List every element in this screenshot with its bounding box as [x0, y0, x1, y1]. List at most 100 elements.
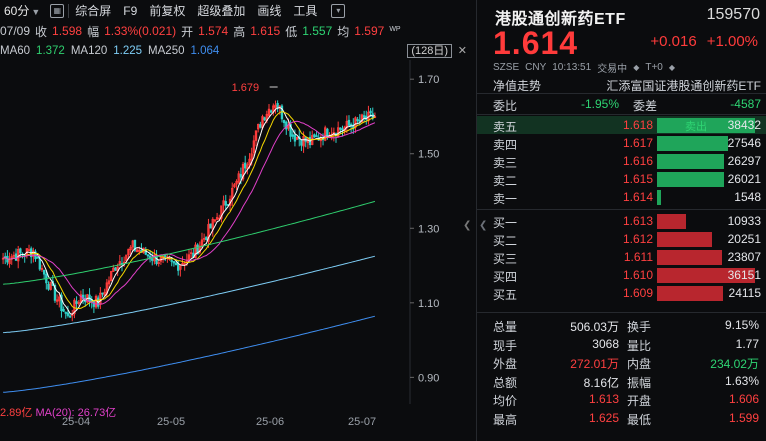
- candle-body: [313, 134, 316, 138]
- close-icon[interactable]: ✕: [458, 44, 467, 57]
- bid-volume-bar: [657, 232, 712, 247]
- ask-row[interactable]: 卖五 1.618 卖出 38432: [477, 116, 766, 134]
- candle-body: [172, 261, 176, 264]
- bid-level-name: 买三: [493, 252, 518, 266]
- low-label: 低: [285, 24, 298, 39]
- menu-toggle-icon[interactable]: ▾: [331, 4, 346, 18]
- stat-row: 总量 506.03万 换手 9.15%: [477, 316, 766, 335]
- bid-row[interactable]: 买五 1.609 24115: [477, 284, 766, 302]
- candle-body: [146, 254, 150, 257]
- bid-volume-bar: [657, 250, 722, 265]
- candle-body: [101, 292, 104, 295]
- candle-body: [151, 258, 154, 261]
- bid-row[interactable]: 买二 1.612 20251: [477, 230, 766, 248]
- ask-volume-bar: [657, 172, 724, 187]
- candle-body: [38, 258, 42, 270]
- range-selector[interactable]: (128日): [407, 44, 452, 58]
- period-selector[interactable]: 60分 ▼: [0, 0, 46, 22]
- sell-tag: 卖出: [685, 121, 707, 133]
- ask-price: 1.616: [622, 154, 653, 168]
- open-value: 1.574: [198, 24, 229, 38]
- toolbar-draw-line[interactable]: 画线: [251, 0, 287, 22]
- ask-level-name: 卖五: [493, 120, 518, 134]
- stat-value: 1.599: [728, 410, 759, 425]
- stat-value: 1.63%: [724, 373, 759, 388]
- volume-legend: 2.89亿 MA(20): 26.73亿: [0, 404, 116, 419]
- y-tick-label: 1.30: [418, 223, 439, 235]
- candle-body: [64, 312, 67, 314]
- ask-row[interactable]: 卖三 1.616 26297: [477, 152, 766, 170]
- nav-trend-link[interactable]: 净值走势: [493, 77, 541, 94]
- toolbar-tools[interactable]: 工具: [287, 0, 323, 22]
- candle-body: [293, 134, 297, 142]
- ask-row[interactable]: 卖二 1.615 26021: [477, 170, 766, 188]
- x-tick: 25-07: [348, 416, 377, 428]
- ask-row[interactable]: 卖四 1.617 27546: [477, 134, 766, 152]
- candlestick-chart[interactable]: 1.70 1.50 1.30 1.10 0.90 1.679: [0, 60, 472, 404]
- security-code: 159570: [706, 6, 760, 23]
- x-axis: 25-04 25-05 25-06 25-07: [0, 416, 472, 430]
- market-meta: SZSE CNY 10:13:51 交易中 ◆ T+0 ◆: [493, 60, 675, 75]
- candle-body: [341, 128, 344, 131]
- ma250-value: 1.064: [190, 45, 220, 57]
- currency: CNY: [525, 62, 547, 73]
- stat-value: 1.625: [588, 410, 619, 425]
- candle-body: [358, 120, 361, 122]
- bar-quote-line: 07/09 收 1.598 幅 1.33%(0.021) 开 1.574 高 1…: [0, 23, 472, 39]
- bid-level-name: 买二: [493, 234, 518, 248]
- bid-row[interactable]: 买四 1.610 36151: [477, 266, 766, 284]
- stat-label: 外盘: [493, 357, 518, 371]
- export-icon[interactable]: WP: [389, 25, 403, 37]
- layout-icon[interactable]: ▦: [50, 4, 65, 18]
- ask-volume: 26297: [727, 154, 761, 168]
- caret-icon: ◆: [668, 63, 676, 72]
- ask-volume: 1548: [734, 190, 761, 204]
- candle-body: [315, 135, 318, 138]
- amp-value: 1.33%(0.021): [104, 24, 177, 38]
- quote-time: 10:13:51: [552, 62, 592, 73]
- change-percent: +1.00%: [706, 33, 758, 50]
- caret-icon: ◆: [633, 63, 640, 72]
- candle-body: [224, 201, 227, 206]
- change-value: +0.016: [650, 33, 697, 50]
- ma120-label: MA120: [70, 45, 108, 57]
- stat-row: 最高 1.625 最低 1.599: [477, 409, 766, 428]
- stat-label: 换手: [627, 320, 652, 334]
- toolbar-forward-adjust[interactable]: 前复权: [143, 0, 191, 22]
- ask-level-name: 卖一: [493, 192, 518, 206]
- chart-toolbar: 60分 ▼ ▦ 综合屏 F9 前复权 超级叠加 画线 工具 ▾: [0, 0, 472, 22]
- candle-body: [36, 256, 39, 259]
- bid-row[interactable]: 买三 1.611 23807: [477, 248, 766, 266]
- candle-body: [205, 236, 208, 240]
- low-value: 1.557: [302, 24, 333, 38]
- bid-row[interactable]: 买一 1.613 10933: [477, 212, 766, 230]
- high-label: 高: [233, 24, 246, 39]
- high-value: 1.615: [250, 24, 281, 38]
- trade-status: 交易中: [597, 64, 628, 75]
- toolbar-composite-screen[interactable]: 综合屏: [69, 0, 117, 22]
- ask-level-name: 卖四: [493, 138, 518, 152]
- candle-body: [68, 315, 72, 318]
- ask-level-name: 卖三: [493, 156, 518, 170]
- price-change: +0.016 +1.00%: [650, 33, 758, 50]
- bid-price: 1.613: [622, 214, 653, 228]
- kline-chart-panel[interactable]: 60分 ▼ ▦ 综合屏 F9 前复权 超级叠加 画线 工具 ▾ 07/09 收 1…: [0, 0, 472, 441]
- ask-row[interactable]: 卖一 1.614 1548: [477, 188, 766, 206]
- chevron-left-icon[interactable]: ❮: [463, 220, 472, 234]
- toolbar-super-overlay[interactable]: 超级叠加: [191, 0, 251, 22]
- candle-body: [259, 124, 262, 128]
- candle-body: [263, 117, 266, 121]
- weicha-value: -4587: [730, 97, 761, 111]
- toolbar-f9[interactable]: F9: [117, 0, 143, 22]
- y-tick-label: 1.10: [418, 298, 439, 310]
- stat-value: 272.01万: [570, 357, 619, 371]
- period-label: 60分: [4, 4, 30, 18]
- stat-label: 开盘: [627, 394, 652, 408]
- x-tick: 25-05: [157, 416, 186, 428]
- stat-value: 1.613: [588, 392, 619, 406]
- last-price: 1.614: [493, 25, 579, 61]
- bid-price: 1.612: [622, 232, 653, 246]
- bid-level-name: 买一: [493, 216, 518, 230]
- bid-book: 买一 1.613 10933 买二 1.612 20251 买三 1.611 23807 买四 1.…: [477, 212, 766, 302]
- ask-volume-bar: [657, 154, 724, 169]
